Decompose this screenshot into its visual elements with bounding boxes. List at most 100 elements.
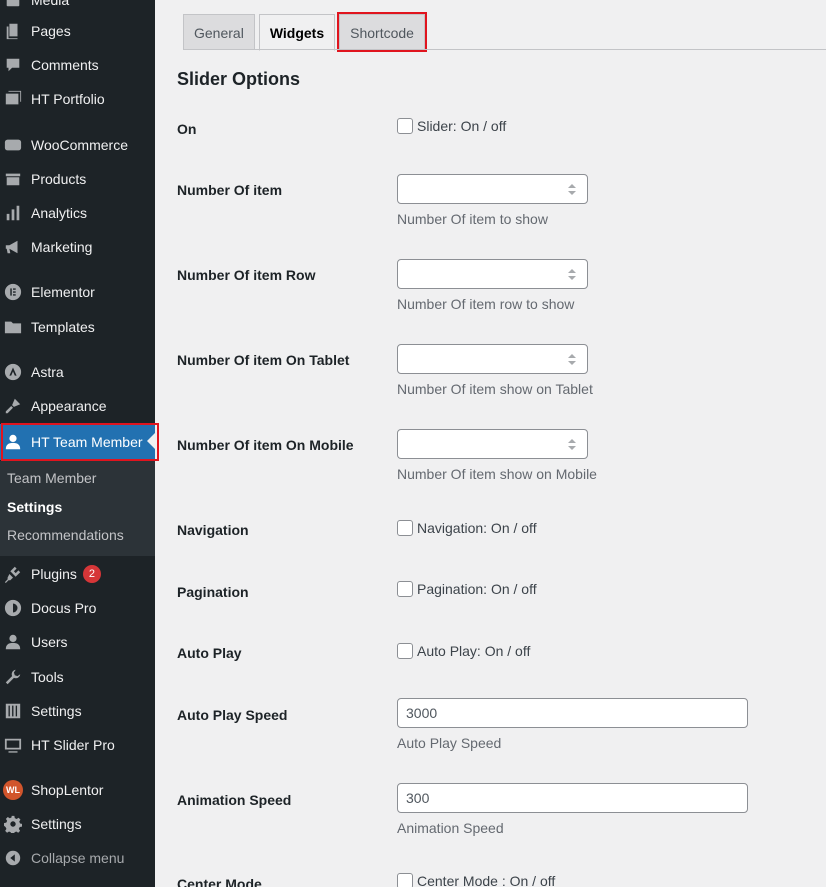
sidebar-item-label: Comments	[31, 57, 99, 73]
sidebar-item-docus-pro[interactable]: Docus Pro	[0, 591, 155, 625]
sidebar-item-label: Templates	[31, 319, 95, 335]
sidebar-item-marketing[interactable]: Marketing	[0, 230, 155, 264]
checkbox-label: Center Mode : On / off	[417, 873, 556, 887]
sidebar-item-label: Users	[31, 634, 68, 650]
field-label-number-of-item-mobile: Number Of item On Mobile	[177, 437, 354, 453]
field-description: Number Of item row to show	[397, 296, 575, 312]
submenu-item-settings[interactable]: Settings	[7, 499, 62, 515]
section-title: Slider Options	[177, 69, 301, 89]
sidebar-item-analytics[interactable]: Analytics	[0, 196, 155, 230]
users-icon	[3, 632, 23, 652]
number-of-item-mobile-input[interactable]	[397, 429, 588, 459]
sidebar-item-label: ShopLentor	[31, 782, 104, 798]
sidebar-item-ht-slider-pro[interactable]: HT Slider Pro	[0, 728, 155, 762]
tabs-divider	[183, 49, 826, 50]
comments-icon	[3, 55, 23, 75]
sidebar-item-shoplentor[interactable]: WL ShopLentor	[0, 773, 155, 807]
spinner-icon[interactable]	[565, 350, 579, 368]
submenu-item-recommendations[interactable]: Recommendations	[7, 527, 124, 543]
spinner-icon[interactable]	[565, 180, 579, 198]
field-label-center-mode: Center Mode	[177, 876, 262, 887]
megaphone-icon	[3, 237, 23, 257]
spinner-icon[interactable]	[565, 265, 579, 283]
collapse-menu-button[interactable]: Collapse menu	[0, 841, 155, 875]
spinner-icon[interactable]	[565, 435, 579, 453]
sidebar-item-appearance[interactable]: Appearance	[0, 389, 155, 423]
number-of-item-row-input[interactable]	[397, 259, 588, 289]
sidebar-item-tools[interactable]: Tools	[0, 660, 155, 694]
sidebar-item-astra[interactable]: Astra	[0, 355, 155, 389]
tab-widgets[interactable]: Widgets	[258, 14, 336, 51]
sidebar-item-ht-team-member[interactable]: HT Team Member	[0, 424, 155, 460]
main-content: General Widgets Shortcode Slider Options…	[155, 0, 826, 887]
field-label-on: On	[177, 121, 197, 137]
sidebar-item-pages[interactable]: Pages	[0, 14, 155, 48]
field-label-animation-speed: Animation Speed	[177, 792, 292, 808]
gear-icon	[3, 814, 23, 834]
field-description: Number Of item to show	[397, 211, 548, 227]
submenu-item-team-member[interactable]: Team Member	[7, 470, 96, 486]
number-of-item-input[interactable]	[397, 174, 588, 204]
sidebar-item-label: Plugins	[31, 566, 77, 582]
animation-speed-input[interactable]: 300	[397, 783, 748, 813]
checkbox-label: Slider: On / off	[417, 118, 507, 134]
tab-general[interactable]: General	[183, 14, 255, 50]
sidebar-item-settings-2[interactable]: Settings	[0, 807, 155, 841]
pagination-checkbox[interactable]	[397, 581, 413, 597]
sidebar-item-label: Tools	[31, 669, 64, 685]
sidebar-item-label: Appearance	[31, 398, 107, 414]
navigation-checkbox[interactable]	[397, 520, 413, 536]
slider-checkbox[interactable]	[397, 118, 413, 134]
field-description: Auto Play Speed	[397, 735, 502, 751]
field-description: Animation Speed	[397, 820, 504, 836]
sidebar-item-settings[interactable]: Settings	[0, 694, 155, 728]
sidebar-item-label: Collapse menu	[31, 850, 125, 866]
field-label-navigation: Navigation	[177, 522, 249, 538]
pages-icon	[3, 21, 23, 41]
sidebar-item-label: Pages	[31, 23, 71, 39]
auto-play-toggle[interactable]: Auto Play: On / off	[397, 643, 530, 659]
checkbox-label: Pagination: On / off	[417, 581, 537, 597]
sidebar-item-label: Marketing	[31, 239, 93, 255]
shoplentor-icon: WL	[3, 780, 23, 800]
sidebar-item-label: HT Portfolio	[31, 91, 105, 107]
folder-icon	[3, 317, 23, 337]
products-icon	[3, 169, 23, 189]
sidebar-item-plugins[interactable]: Plugins 2	[0, 557, 155, 591]
sidebar-item-elementor[interactable]: Elementor	[0, 275, 155, 309]
sidebar-item-label: HT Team Member	[31, 434, 143, 450]
field-label-auto-play: Auto Play	[177, 645, 242, 661]
field-description: Number Of item show on Tablet	[397, 381, 593, 397]
sidebar-item-label: Settings	[31, 703, 82, 719]
field-label-number-of-item-row: Number Of item Row	[177, 267, 316, 283]
sidebar-item-ht-portfolio[interactable]: HT Portfolio	[0, 82, 155, 116]
sidebar-item-products[interactable]: Products	[0, 162, 155, 196]
settings-tabs: General Widgets Shortcode	[183, 12, 429, 52]
sidebar-item-comments[interactable]: Comments	[0, 48, 155, 82]
center-mode-toggle[interactable]: Center Mode : On / off	[397, 873, 555, 887]
update-count-badge: 2	[82, 565, 101, 583]
tab-shortcode[interactable]: Shortcode	[337, 12, 427, 52]
number-of-item-tablet-input[interactable]	[397, 344, 588, 374]
brush-icon	[3, 396, 23, 416]
center-mode-checkbox[interactable]	[397, 873, 413, 887]
analytics-icon	[3, 203, 23, 223]
shoplentor-logo: WL	[3, 780, 23, 800]
slider-toggle[interactable]: Slider: On / off	[397, 118, 506, 134]
portfolio-icon	[3, 89, 23, 109]
auto-play-checkbox[interactable]	[397, 643, 413, 659]
sliders-icon	[3, 701, 23, 721]
current-menu-arrow	[147, 433, 155, 449]
admin-sidebar: Media Pages Comments HT Portfolio WooCom…	[0, 0, 159, 887]
navigation-toggle[interactable]: Navigation: On / off	[397, 520, 537, 536]
sidebar-item-templates[interactable]: Templates	[0, 310, 155, 344]
auto-play-speed-input[interactable]: 3000	[397, 698, 748, 728]
sidebar-item-users[interactable]: Users	[0, 625, 155, 659]
user-icon	[3, 432, 23, 452]
pagination-toggle[interactable]: Pagination: On / off	[397, 581, 537, 597]
sidebar-item-label: Products	[31, 171, 87, 187]
sidebar-item-label: Docus Pro	[31, 600, 97, 616]
sidebar-item-label: Elementor	[31, 284, 95, 300]
sidebar-item-woocommerce[interactable]: WooCommerce	[0, 128, 155, 162]
sidebar-item-label: WooCommerce	[31, 137, 128, 153]
